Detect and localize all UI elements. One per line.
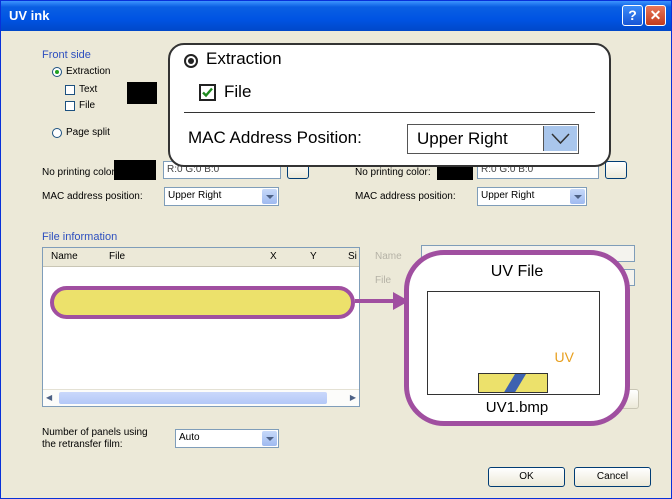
extraction-radio[interactable]	[52, 67, 62, 80]
callout-mac-position-value: Upper Right	[417, 129, 508, 148]
back-color-picker-button[interactable]	[605, 161, 627, 179]
scroll-right-icon[interactable]: ▶	[350, 393, 356, 402]
extraction-radio-indicator[interactable]	[52, 67, 62, 77]
scrollbar-thumb[interactable]	[59, 392, 327, 404]
ok-button[interactable]: OK	[488, 467, 565, 487]
text-checkbox[interactable]	[65, 85, 75, 98]
uv-file-title: UV File	[490, 263, 544, 280]
column-header-name[interactable]: Name	[51, 251, 78, 262]
panels-select[interactable]: Auto	[175, 429, 279, 448]
callout-file-label: File	[224, 82, 252, 101]
chevron-down-icon[interactable]	[262, 189, 277, 204]
cancel-button[interactable]: Cancel	[574, 467, 651, 487]
callout-mac-position-select: Upper Right	[407, 124, 579, 154]
front-no-printing-color-label: No printing color:	[42, 167, 118, 178]
text-color-swatch[interactable]	[127, 82, 157, 104]
magnified-callout: Extraction File MAC Address Position: Up…	[168, 43, 611, 167]
front-mac-position-value: Upper Right	[168, 190, 222, 201]
help-button[interactable]: ?	[622, 5, 643, 26]
extraction-label: Extraction	[66, 66, 111, 77]
extraction-radio-zoom	[184, 54, 198, 68]
scroll-left-icon[interactable]: ◀	[46, 393, 52, 402]
window-title: UV ink	[9, 8, 50, 23]
column-header-file[interactable]: File	[109, 251, 125, 262]
callout-mac-position-label: MAC Address Position:	[188, 128, 362, 147]
chevron-down-icon[interactable]	[570, 189, 585, 204]
horizontal-scrollbar[interactable]: ◀ ▶	[43, 389, 359, 406]
front-no-printing-color-swatch[interactable]	[114, 160, 156, 180]
file-checkbox[interactable]	[65, 101, 75, 114]
file-list[interactable]: Name File X Y Si ◀ ▶	[42, 247, 360, 407]
column-header-y[interactable]: Y	[310, 251, 317, 262]
text-checkbox-label: Text	[79, 84, 98, 95]
column-header-x[interactable]: X	[270, 251, 277, 262]
front-side-group-label: Front side	[42, 49, 91, 61]
file-info-file-label: File	[375, 275, 392, 286]
page-split-label: Page split	[66, 127, 110, 138]
back-mac-position-select[interactable]: Upper Right	[477, 187, 587, 206]
front-mac-position-label: MAC address position:	[42, 191, 143, 202]
panels-label-line1: Number of panels using	[42, 427, 148, 438]
checkmark-icon	[199, 84, 216, 101]
file-info-name-label: Name	[375, 251, 402, 262]
highlighted-list-row	[50, 286, 355, 319]
file-checkbox-label: File	[79, 100, 96, 111]
callout-divider	[184, 112, 595, 113]
arrow-right-icon	[355, 292, 409, 310]
mac-address-area-icon	[478, 373, 548, 393]
column-header-size[interactable]: Si	[348, 251, 357, 262]
page-split-radio[interactable]	[52, 128, 62, 141]
title-bar[interactable]: UV ink ? ✕	[1, 1, 671, 31]
chevron-down-icon[interactable]	[262, 431, 277, 446]
callout-extraction-label: Extraction	[206, 49, 282, 68]
panels-value: Auto	[179, 432, 200, 443]
file-information-group-label: File information	[42, 231, 118, 243]
back-no-printing-color-label: No printing color:	[355, 167, 431, 178]
close-button[interactable]: ✕	[645, 5, 666, 26]
uv-image-preview: UV	[427, 291, 600, 395]
panels-label-line2: the retransfer film:	[42, 439, 123, 450]
file-list-header: Name File X Y Si	[43, 248, 359, 267]
uv-label: UV	[554, 349, 574, 365]
front-mac-position-select[interactable]: Upper Right	[164, 187, 279, 206]
chevron-down-icon	[543, 126, 577, 151]
uv-file-callout: UV File UV UV1.bmp	[404, 250, 630, 426]
back-mac-position-value: Upper Right	[481, 190, 535, 201]
uv-file-name: UV1.bmp	[485, 399, 549, 416]
back-mac-position-label: MAC address position:	[355, 191, 456, 202]
